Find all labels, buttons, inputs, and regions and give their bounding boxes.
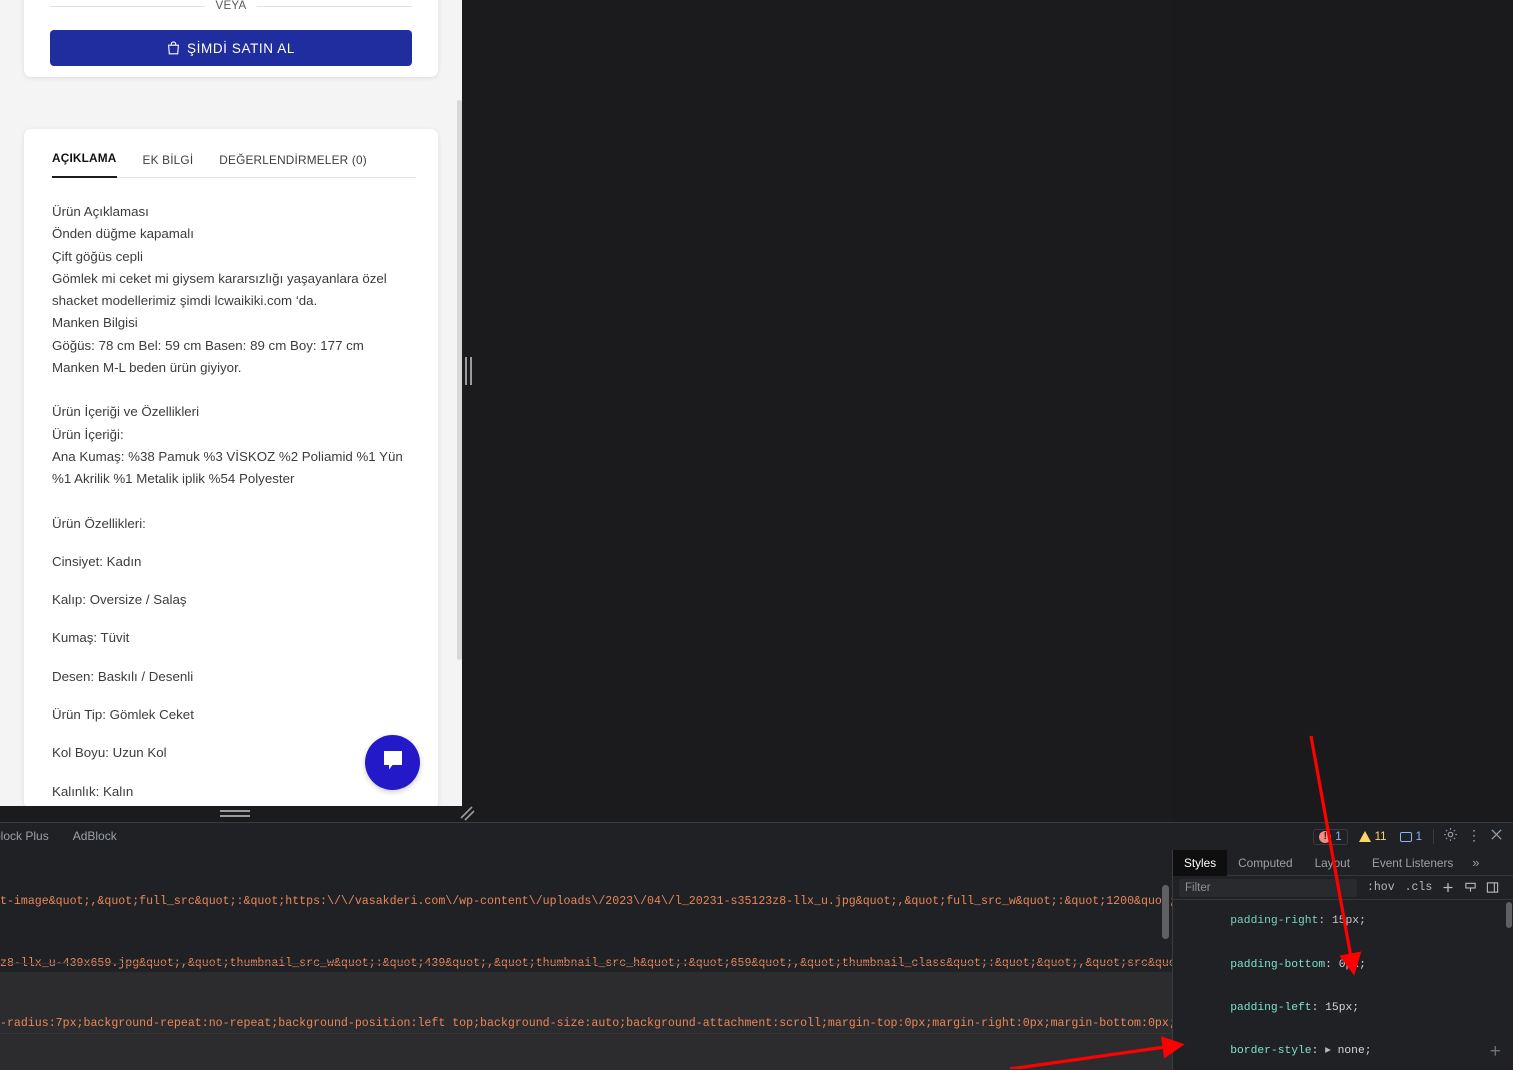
elements-code-pane[interactable]: t-image&quot;,&quot;full_src&quot;:&quot… xyxy=(0,850,1172,1070)
devtools-toolbar: block Plus AdBlock ! 1 11 1 ⋮ xyxy=(0,823,1513,850)
css-property-value: none xyxy=(1337,1045,1365,1058)
code-divider-2 xyxy=(0,1033,1172,1034)
warning-count: 11 xyxy=(1374,830,1387,843)
error-counter[interactable]: ! 1 xyxy=(1313,828,1348,845)
description-line: Çift göğüs cepli xyxy=(52,248,143,264)
description-line: Ürün Açıklaması xyxy=(52,204,149,219)
code-line: -radius:7px;background-repeat:no-repeat;… xyxy=(0,1016,1172,1030)
attribute-item: Cinsiyet: Kadın xyxy=(52,553,142,569)
or-label: VEYA xyxy=(215,0,247,12)
tab-styles[interactable]: Styles xyxy=(1173,849,1228,876)
product-description-card: AÇIKLAMA EK BİLGİ DEĞERLENDİRMELER (0) Ü… xyxy=(24,129,438,806)
styles-sidebar: Styles Computed Layout Event Listeners »… xyxy=(1172,849,1513,1070)
content-line: Ürün İçeriği ve Özellikleri xyxy=(52,404,200,420)
emulated-page-viewport: VEYA ŞİMDİ SATIN AL AÇIKLAMA EK BİLGİ DE… xyxy=(0,0,462,806)
page-scroll-container[interactable]: VEYA ŞİMDİ SATIN AL AÇIKLAMA EK BİLGİ DE… xyxy=(0,0,462,806)
tab-degerlendirmeler[interactable]: DEĞERLENDİRMELER (0) xyxy=(219,153,367,178)
content-line: Ürün İçeriği: xyxy=(52,426,124,442)
chat-bubble-button[interactable] xyxy=(365,735,420,790)
buy-now-label: ŞİMDİ SATIN AL xyxy=(187,40,295,56)
devtools-tab-adblock-plus[interactable]: block Plus xyxy=(0,823,61,850)
divider-line-right xyxy=(256,5,412,7)
css-declaration[interactable]: padding-bottom: 0px; xyxy=(1173,943,1513,986)
plus-icon[interactable]: + xyxy=(1490,1043,1501,1062)
content-line: %1 Akrilik %1 Metalik iplik %54 Polyeste… xyxy=(52,471,295,487)
shopping-bag-icon xyxy=(167,41,180,55)
attribute-item: Kumaş: Tüvit xyxy=(52,630,130,646)
warning-counter[interactable]: 11 xyxy=(1357,830,1389,844)
device-emulation-area: VEYA ŞİMDİ SATIN AL AÇIKLAMA EK BİLGİ DE… xyxy=(0,0,1172,822)
css-property-value: 15px xyxy=(1331,915,1360,928)
warning-icon xyxy=(1358,831,1371,842)
description-line: Göğüs: 78 cm Bel: 59 cm Basen: 89 cm Boy… xyxy=(52,337,364,353)
purchase-card: VEYA ŞİMDİ SATIN AL xyxy=(24,0,438,77)
attribute-item: Kalınlık: Kalın xyxy=(52,783,134,799)
styles-scrollbar[interactable] xyxy=(1506,902,1512,928)
viewport-corner-resize-handle[interactable] xyxy=(458,804,476,822)
tab-ek-bilgi[interactable]: EK BİLGİ xyxy=(143,153,194,178)
style-filter-input[interactable] xyxy=(1179,878,1357,897)
code-line: t-image&quot;,&quot;full_src&quot;:&quot… xyxy=(0,894,1172,908)
devtools-panel: block Plus AdBlock ! 1 11 1 ⋮ xyxy=(0,822,1513,1070)
styles-filter-bar: :hov .cls xyxy=(1173,876,1513,900)
message-icon xyxy=(1399,831,1412,842)
viewport-width-resize-handle[interactable] xyxy=(462,355,474,387)
tab-computed[interactable]: Computed xyxy=(1227,850,1303,876)
description-line: Manken M-L beden ürün giyiyor. xyxy=(52,360,242,376)
css-declaration[interactable]: padding-left: 15px; xyxy=(1173,986,1513,1029)
tab-layout[interactable]: Layout xyxy=(1304,850,1361,876)
description-line: Manken Bilgisi xyxy=(52,315,138,331)
description-line: Önden düğme kapamalı xyxy=(52,226,194,242)
toolbar-separator xyxy=(1433,829,1434,844)
chat-bubble-icon xyxy=(380,748,406,777)
css-property-name: border-style xyxy=(1230,1045,1312,1058)
tab-aciklama[interactable]: AÇIKLAMA xyxy=(52,151,117,178)
close-icon[interactable] xyxy=(1490,828,1503,845)
divider-line-left xyxy=(50,5,206,7)
more-tabs-icon[interactable]: » xyxy=(1464,855,1487,870)
css-declaration[interactable]: border-style: ▸ none; xyxy=(1173,1030,1513,1070)
buy-now-button[interactable]: ŞİMDİ SATIN AL xyxy=(50,30,412,66)
description-line: shacket modellerimiz şimdi lcwaikiki.com… xyxy=(52,293,318,309)
code-divider xyxy=(0,963,1172,964)
css-property-value: 15px xyxy=(1325,1001,1353,1014)
content-line: Ana Kumaş: %38 Pamuk %3 VİSKOZ %2 Poliam… xyxy=(52,448,403,464)
code-block-bottom: " aria-labelledby="tab-title-description… xyxy=(0,1045,1172,1070)
message-count: 1 xyxy=(1415,830,1422,843)
attribute-item: Desen: Baskılı / Desenli xyxy=(52,668,194,684)
gear-icon[interactable] xyxy=(1443,827,1458,846)
devtools-tab-adblock[interactable]: AdBlock xyxy=(61,823,129,850)
viewport-height-resize-handle[interactable] xyxy=(219,806,251,820)
attribute-item: Ürün Özellikleri: xyxy=(52,515,146,531)
toggle-sidebar-icon[interactable] xyxy=(1486,881,1499,894)
css-property-name: padding-bottom xyxy=(1230,958,1326,971)
attribute-item: Kalıp: Oversize / Salaş xyxy=(52,592,187,608)
error-count: 1 xyxy=(1335,830,1342,843)
css-property-name: padding-left xyxy=(1230,1001,1312,1014)
css-property-value: 0px xyxy=(1338,958,1360,971)
add-style-rule-icon[interactable] xyxy=(1441,881,1455,895)
styles-sidebar-tabs: Styles Computed Layout Event Listeners » xyxy=(1173,849,1513,876)
product-tabs: AÇIKLAMA EK BİLGİ DEĞERLENDİRMELER (0) xyxy=(52,151,416,178)
error-icon: ! xyxy=(1319,830,1332,843)
tab-event-listeners[interactable]: Event Listeners xyxy=(1361,850,1464,876)
hov-button[interactable]: :hov xyxy=(1367,881,1395,894)
description-body: Ürün Açıklaması Önden düğme kapamalı Çif… xyxy=(52,201,422,806)
cls-button[interactable]: .cls xyxy=(1405,881,1433,894)
devtools-toolbar-right: ! 1 11 1 ⋮ xyxy=(1313,823,1503,850)
css-property-name: padding-right xyxy=(1230,915,1319,928)
css-declaration[interactable]: padding-right: 15px; xyxy=(1173,900,1513,943)
toggle-element-state-icon[interactable] xyxy=(1464,881,1477,894)
attribute-item: Ürün Tip: Gömlek Ceket xyxy=(52,707,194,723)
styles-rules-list[interactable]: padding-right: 15px; padding-bottom: 0px… xyxy=(1173,900,1513,1070)
code-pane-scrollbar[interactable] xyxy=(1162,885,1169,939)
message-counter[interactable]: 1 xyxy=(1398,830,1424,844)
kebab-menu-icon[interactable]: ⋮ xyxy=(1467,830,1481,844)
or-divider: VEYA xyxy=(50,0,412,12)
description-line: Gömlek mi ceket mi giysem kararsızlığı y… xyxy=(52,270,387,286)
